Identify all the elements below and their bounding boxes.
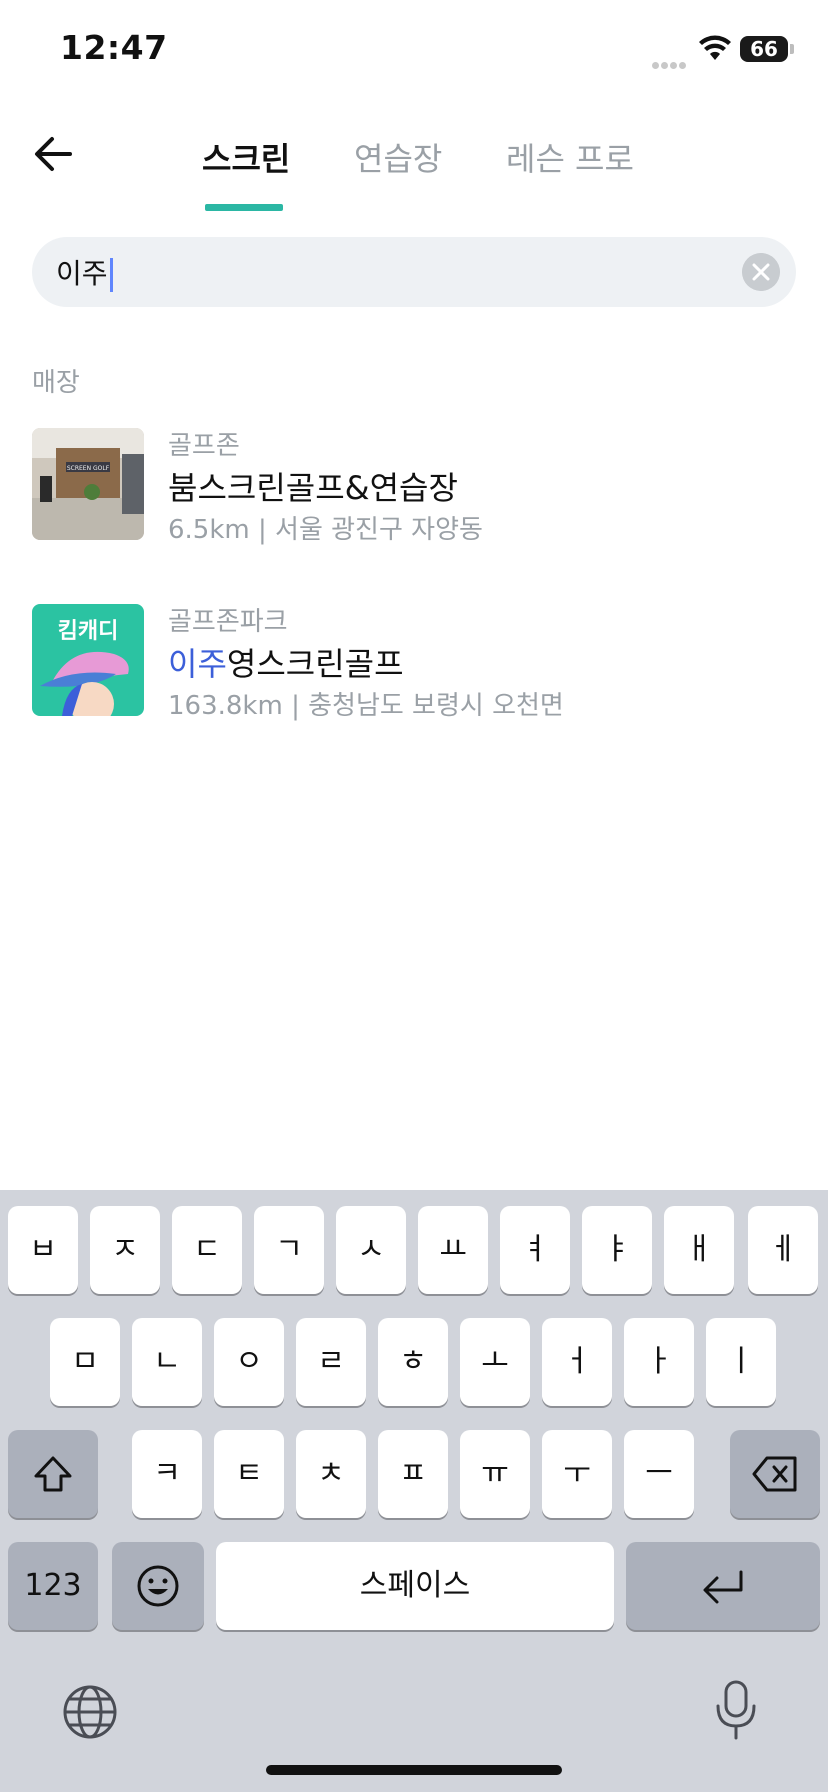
status-time: 12:47 bbox=[60, 28, 168, 67]
text-caret bbox=[109, 258, 113, 292]
store-brand: 골프존 bbox=[168, 431, 240, 461]
key[interactable]: ㅅ bbox=[336, 1206, 406, 1294]
key[interactable]: ㅣ bbox=[706, 1318, 776, 1406]
tab-lesson-pro[interactable]: 레슨 프로 bbox=[506, 134, 634, 180]
key[interactable]: ㅜ bbox=[542, 1430, 612, 1518]
tab-bar: 스크린 연습장 레슨 프로 bbox=[0, 124, 828, 214]
key[interactable]: ㄴ bbox=[132, 1318, 202, 1406]
key[interactable]: ㅇ bbox=[214, 1318, 284, 1406]
store-name-rest: 붐스크린골프&연습장 bbox=[168, 469, 458, 507]
key[interactable]: ㅎ bbox=[378, 1318, 448, 1406]
numbers-key[interactable]: 123 bbox=[8, 1542, 98, 1630]
key[interactable]: ㅂ bbox=[8, 1206, 78, 1294]
battery-cap bbox=[790, 44, 794, 54]
key[interactable]: ㅠ bbox=[460, 1430, 530, 1518]
shift-icon bbox=[34, 1456, 72, 1492]
microphone-icon[interactable] bbox=[712, 1678, 760, 1742]
key[interactable]: ㅁ bbox=[50, 1318, 120, 1406]
backspace-icon bbox=[752, 1456, 797, 1492]
key[interactable]: ㅛ bbox=[418, 1206, 488, 1294]
key[interactable]: ㅓ bbox=[542, 1318, 612, 1406]
return-key[interactable] bbox=[626, 1542, 820, 1630]
shift-key[interactable] bbox=[8, 1430, 98, 1518]
store-name: 이주영스크린골프 bbox=[168, 639, 404, 685]
active-tab-indicator bbox=[205, 204, 283, 211]
key[interactable]: ㅐ bbox=[664, 1206, 734, 1294]
store-name: 붐스크린골프&연습장 bbox=[168, 463, 458, 509]
home-indicator[interactable] bbox=[266, 1765, 562, 1775]
store-thumbnail: 킴캐디 bbox=[32, 604, 144, 716]
store-name-highlight: 이주 bbox=[168, 645, 227, 683]
store-distance-address: 163.8km | 충청남도 보령시 오천면 bbox=[168, 691, 564, 721]
thumb-logo-text: 킴캐디 bbox=[58, 619, 119, 644]
space-key[interactable]: 스페이스 bbox=[216, 1542, 614, 1630]
signal-dots-icon bbox=[652, 54, 688, 73]
search-input[interactable]: 이주 bbox=[32, 237, 796, 307]
tab-practice-range[interactable]: 연습장 bbox=[354, 134, 442, 180]
key[interactable]: ㄹ bbox=[296, 1318, 366, 1406]
globe-icon[interactable] bbox=[62, 1684, 118, 1740]
key[interactable]: ㅑ bbox=[582, 1206, 652, 1294]
key[interactable]: ㄱ bbox=[254, 1206, 324, 1294]
key[interactable]: ㅏ bbox=[624, 1318, 694, 1406]
key[interactable]: ㅗ bbox=[460, 1318, 530, 1406]
battery-indicator: 66 bbox=[740, 36, 788, 62]
key[interactable]: ㅕ bbox=[500, 1206, 570, 1294]
store-brand: 골프존파크 bbox=[168, 607, 288, 637]
tab-screen[interactable]: 스크린 bbox=[202, 134, 290, 180]
delete-key[interactable] bbox=[730, 1430, 820, 1518]
key[interactable]: ㅋ bbox=[132, 1430, 202, 1518]
key[interactable]: ㅌ bbox=[214, 1430, 284, 1518]
key[interactable]: ㅍ bbox=[378, 1430, 448, 1518]
search-query[interactable]: 이주 bbox=[56, 252, 113, 292]
store-thumbnail: SCREEN GOLF bbox=[32, 428, 144, 540]
clear-x-icon[interactable] bbox=[742, 253, 780, 291]
emoji-key[interactable] bbox=[112, 1542, 204, 1630]
key[interactable]: ㅈ bbox=[90, 1206, 160, 1294]
key[interactable]: ㅔ bbox=[748, 1206, 818, 1294]
wifi-icon bbox=[699, 35, 731, 60]
result-item[interactable]: 킴캐디 골프존파크 이주영스크린골프 163.8km | 충청남도 보령시 오천… bbox=[32, 601, 792, 721]
search-query-text: 이주 bbox=[56, 257, 108, 290]
store-distance-address: 6.5km | 서울 광진구 자양동 bbox=[168, 515, 483, 545]
emoji-icon bbox=[137, 1565, 179, 1607]
section-label-stores: 매장 bbox=[32, 368, 80, 398]
keyboard: ㅂ ㅈ ㄷ ㄱ ㅅ ㅛ ㅕ ㅑ ㅐ ㅔ ㅁ ㄴ ㅇ ㄹ ㅎ ㅗ ㅓ ㅏ ㅣ ㅋ … bbox=[0, 1190, 828, 1792]
result-item[interactable]: SCREEN GOLF 골프존 붐스크린골프&연습장 6.5km | 서울 광진… bbox=[32, 425, 792, 545]
thumb-sign-text: SCREEN GOLF bbox=[67, 465, 110, 472]
key[interactable]: ㄷ bbox=[172, 1206, 242, 1294]
key[interactable]: ㅊ bbox=[296, 1430, 366, 1518]
store-name-rest: 영스크린골프 bbox=[226, 645, 404, 683]
status-bar: 12:47 66 bbox=[0, 0, 828, 100]
return-icon bbox=[703, 1570, 743, 1604]
key[interactable]: ㅡ bbox=[624, 1430, 694, 1518]
